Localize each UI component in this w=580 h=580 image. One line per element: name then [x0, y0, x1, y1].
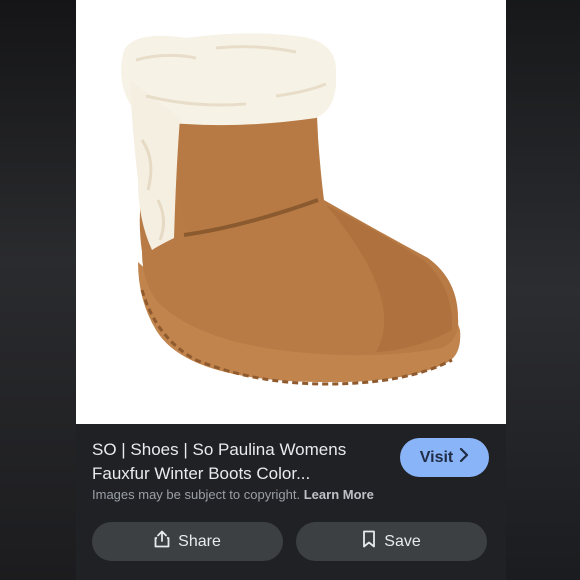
share-button[interactable]: Share [92, 522, 283, 561]
background-left [0, 0, 76, 580]
chevron-right-icon [459, 447, 469, 467]
result-info-panel: SO | Shoes | So Paulina Womens Fauxfur W… [76, 424, 506, 580]
share-button-label: Share [178, 532, 221, 550]
share-icon [154, 530, 170, 553]
copyright-text: Images may be subject to copyright. [92, 487, 301, 502]
save-button-label: Save [384, 532, 421, 550]
result-title[interactable]: SO | Shoes | So Paulina Womens Fauxfur W… [92, 438, 387, 486]
background-right [506, 0, 580, 580]
save-button[interactable]: Save [296, 522, 487, 561]
visit-button-label: Visit [419, 448, 454, 466]
learn-more-link[interactable]: Learn More [304, 487, 374, 502]
boot-image [121, 33, 461, 386]
visit-button[interactable]: Visit [400, 438, 489, 477]
product-image[interactable] [76, 0, 506, 424]
copyright-notice: Images may be subject to copyright. Lear… [92, 487, 374, 502]
result-title-line-1: SO | Shoes | So Paulina Womens [92, 440, 347, 459]
bookmark-icon [362, 530, 376, 553]
result-title-line-2: Fauxfur Winter Boots Color... [92, 464, 311, 483]
